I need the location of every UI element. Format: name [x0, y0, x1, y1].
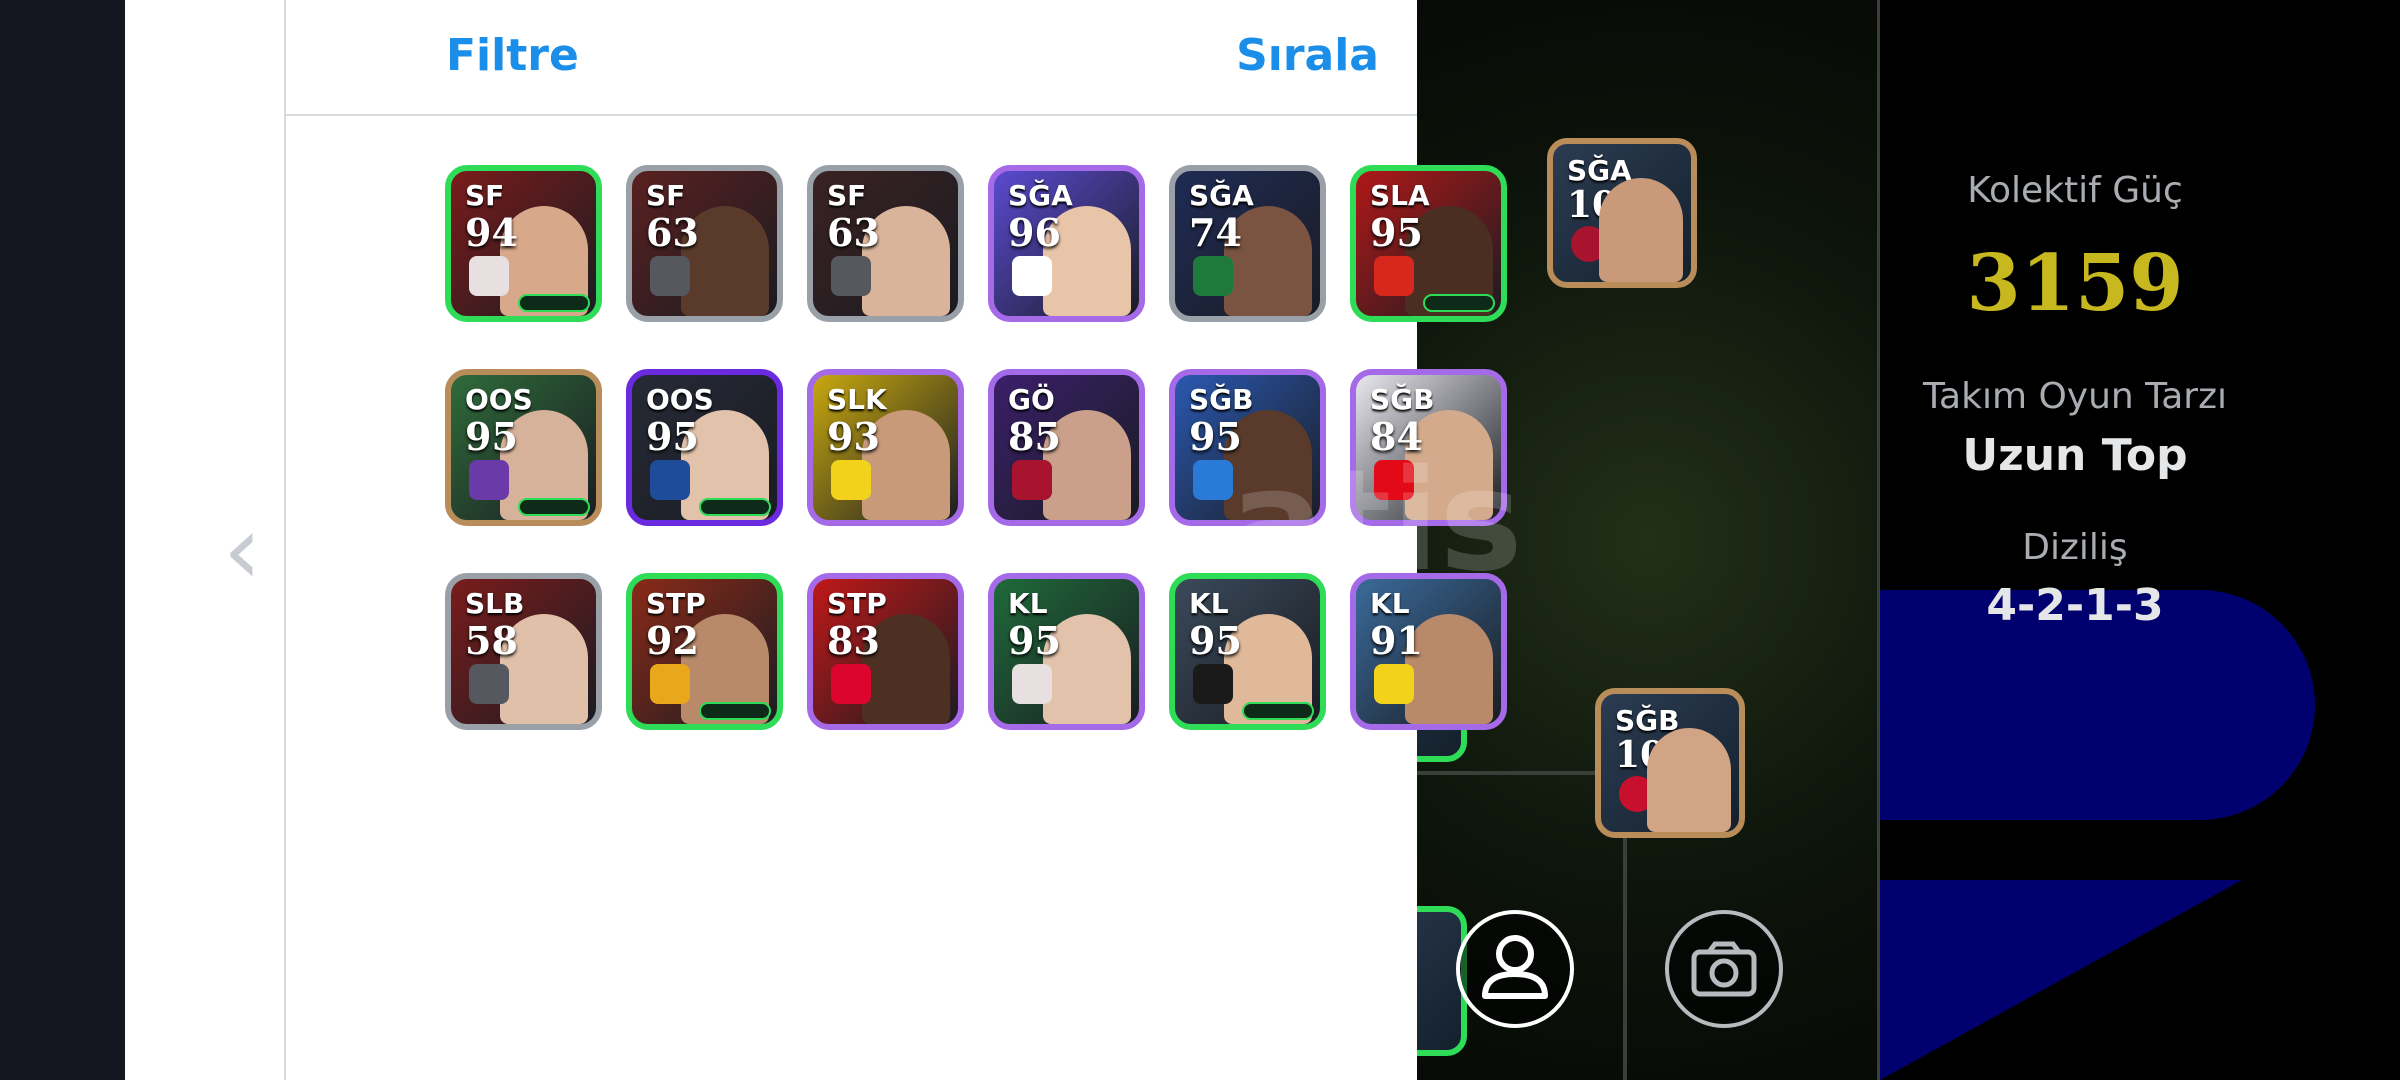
sort-button[interactable]: Sırala — [1236, 30, 1379, 81]
player-card[interactable]: SLK 93 — [807, 369, 964, 526]
chevron-left-icon[interactable]: ‹ — [223, 500, 267, 600]
card-rating: 91 — [1370, 618, 1423, 663]
watermark-logo: atis — [1230, 440, 1523, 603]
club-crest-icon — [469, 664, 509, 704]
formation-label: Diziliş — [2022, 527, 2128, 568]
panel-gutter: ‹ — [125, 0, 286, 1080]
formation-value: 4-2-1-3 — [1986, 580, 2164, 631]
card-rating: 95 — [1189, 618, 1242, 663]
player-card[interactable]: STP 83 — [807, 573, 964, 730]
player-card[interactable]: KL 95 — [988, 573, 1145, 730]
card-rating: 63 — [646, 210, 699, 255]
screenshot-button[interactable] — [1665, 910, 1783, 1028]
left-sidebar — [0, 0, 125, 1080]
club-crest-icon — [650, 256, 690, 296]
skill-slots-icon — [1242, 702, 1314, 720]
pitch-player-card[interactable]: SĞA 102 — [1547, 138, 1697, 288]
team-power-value: 3159 — [1966, 238, 2184, 329]
skill-slots-icon — [518, 498, 590, 516]
decor-shape — [1880, 880, 2242, 1080]
club-crest-icon — [1193, 460, 1233, 500]
card-rating: 94 — [465, 210, 518, 255]
card-position: SĞA — [1189, 179, 1254, 212]
filter-button[interactable]: Filtre — [446, 30, 579, 81]
club-crest-icon — [1012, 256, 1052, 296]
card-position: STP — [827, 587, 887, 620]
player-portrait — [1647, 728, 1731, 832]
player-card[interactable]: SF 94 — [445, 165, 602, 322]
card-rating: 93 — [827, 414, 880, 459]
club-crest-icon — [831, 256, 871, 296]
card-position: SLA — [1370, 179, 1430, 212]
card-rating: 96 — [1008, 210, 1061, 255]
card-position: SF — [465, 179, 505, 212]
club-crest-icon — [650, 460, 690, 500]
card-position: OOS — [465, 383, 533, 416]
player-card[interactable]: SF 63 — [807, 165, 964, 322]
club-crest-icon — [1012, 460, 1052, 500]
camera-icon — [1691, 941, 1757, 997]
card-position: SĞB — [1189, 383, 1254, 416]
club-crest-icon — [650, 664, 690, 704]
card-rating: 83 — [827, 618, 880, 663]
player-select-panel: ‹ Filtre Sırala SF 94 SF 63 SF 63 SĞA 96 SĞA 74 SL… — [125, 0, 1507, 1080]
player-card[interactable]: STP 92 — [626, 573, 783, 730]
team-power-label: Kolektif Güç — [1967, 170, 2183, 211]
skill-slots-icon — [1423, 294, 1495, 312]
player-view-button[interactable] — [1456, 910, 1574, 1028]
card-rating: 63 — [827, 210, 880, 255]
play-style-value: Uzun Top — [1962, 430, 2188, 481]
card-position: SF — [827, 179, 867, 212]
play-style-label: Takım Oyun Tarzı — [1923, 376, 2227, 417]
card-rating: 92 — [646, 618, 699, 663]
player-card[interactable]: SF 63 — [626, 165, 783, 322]
skill-slots-icon — [699, 498, 771, 516]
card-rating: 95 — [465, 414, 518, 459]
player-card[interactable]: SĞA 74 — [1169, 165, 1326, 322]
club-crest-icon — [831, 664, 871, 704]
club-crest-icon — [1193, 664, 1233, 704]
player-card[interactable]: OOS 95 — [626, 369, 783, 526]
player-card[interactable]: SLB 58 — [445, 573, 602, 730]
card-position: SĞA — [1008, 179, 1073, 212]
card-rating: 95 — [1008, 618, 1061, 663]
player-card[interactable]: SĞA 96 — [988, 165, 1145, 322]
card-rating: 74 — [1189, 210, 1242, 255]
club-crest-icon — [469, 256, 509, 296]
card-rating: 58 — [465, 618, 518, 663]
player-portrait — [1599, 178, 1683, 282]
club-crest-icon — [1374, 664, 1414, 704]
skill-slots-icon — [699, 702, 771, 720]
card-position: GÖ — [1008, 383, 1055, 416]
player-card[interactable]: OOS 95 — [445, 369, 602, 526]
club-crest-icon — [1193, 256, 1233, 296]
card-position: SLK — [827, 383, 887, 416]
card-rating: 95 — [646, 414, 699, 459]
card-position: STP — [646, 587, 706, 620]
card-position: KL — [1008, 587, 1048, 620]
card-position: SF — [646, 179, 686, 212]
card-position: SĞB — [1370, 383, 1435, 416]
card-rating: 85 — [1008, 414, 1061, 459]
pitch-player-card[interactable]: SĞB 103 — [1595, 688, 1745, 838]
skill-slots-icon — [518, 294, 590, 312]
team-stats-panel: Kolektif Güç 3159 Takım Oyun Tarzı Uzun … — [1880, 0, 2400, 1080]
card-position: OOS — [646, 383, 714, 416]
club-crest-icon — [831, 460, 871, 500]
panel-header: Filtre Sırala — [286, 0, 1417, 116]
player-card[interactable]: GÖ 85 — [988, 369, 1145, 526]
card-rating: 95 — [1370, 210, 1423, 255]
club-crest-icon — [1374, 256, 1414, 296]
player-card[interactable]: SLA 95 — [1350, 165, 1507, 322]
card-position: KL — [1189, 587, 1229, 620]
club-crest-icon — [469, 460, 509, 500]
card-position: SLB — [465, 587, 525, 620]
club-crest-icon — [1012, 664, 1052, 704]
person-icon — [1482, 935, 1548, 999]
